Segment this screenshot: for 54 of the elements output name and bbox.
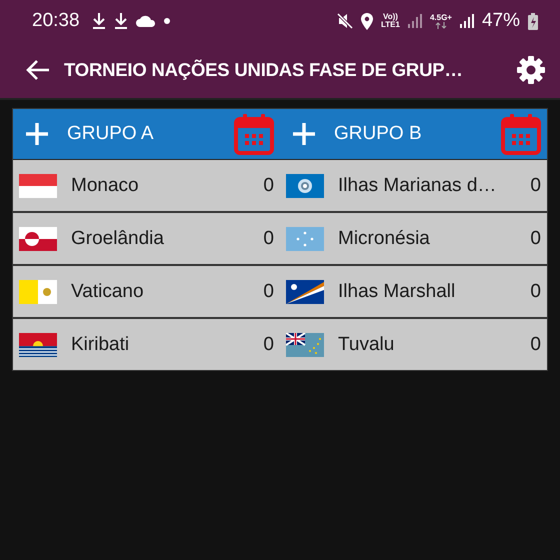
team-name: Vaticano [71, 280, 145, 302]
team-row[interactable]: Ilhas Marshall 0 [280, 266, 547, 319]
team-name: Micronésia [338, 228, 431, 250]
group-title: GRUPO B [334, 123, 423, 145]
app-title: TORNEIO NAÇÕES UNIDAS FASE DE GRUP… [64, 59, 464, 81]
team-points: 0 [529, 228, 541, 250]
add-icon[interactable] [292, 122, 316, 146]
team-row[interactable]: Kiribati 0 [13, 319, 280, 370]
lte-label: LTE1 [380, 21, 400, 29]
volte-label: Vo)) [382, 13, 398, 21]
team-row[interactable]: Monaco 0 [13, 160, 280, 213]
flag-icon [286, 174, 324, 198]
team-points: 0 [529, 280, 541, 302]
group-title: GRUPO A [67, 123, 155, 145]
team-points: 0 [262, 174, 274, 196]
flag-icon [19, 280, 57, 304]
flag-icon [286, 226, 324, 250]
network-label: 4.5G+ [430, 14, 452, 22]
flag-icon [286, 280, 324, 304]
signal-icon [460, 14, 474, 28]
flag-icon [19, 174, 57, 198]
team-name: Kiribati [71, 334, 130, 356]
team-name: Ilhas Marshall [338, 280, 456, 302]
data-arrows-icon [434, 22, 447, 28]
team-row[interactable]: Groelândia 0 [13, 213, 280, 266]
back-arrow-icon[interactable] [26, 59, 50, 81]
team-row[interactable]: Ilhas Marianas d… 0 [280, 160, 547, 213]
team-points: 0 [262, 334, 274, 356]
download-icon [114, 12, 128, 30]
add-icon[interactable] [25, 122, 49, 146]
battery-percent: 47% [482, 10, 520, 32]
team-name: Monaco [71, 174, 140, 196]
download-icon [92, 12, 106, 30]
team-points: 0 [529, 334, 541, 356]
team-points: 0 [262, 228, 274, 250]
team-name: Ilhas Marianas d… [338, 174, 498, 196]
location-icon [360, 12, 373, 30]
cloud-icon [136, 15, 156, 27]
mute-icon [336, 13, 353, 29]
settings-icon[interactable] [516, 55, 546, 85]
flag-icon [286, 332, 324, 356]
team-points: 0 [262, 280, 274, 302]
team-name: Groelândia [71, 228, 165, 250]
signal-icon [408, 14, 422, 28]
team-row[interactable]: Tuvalu 0 [280, 319, 547, 370]
dot-icon [164, 18, 170, 24]
status-time: 20:38 [32, 10, 80, 32]
team-name: Tuvalu [338, 334, 396, 356]
flag-icon [19, 226, 57, 250]
team-points: 0 [529, 174, 541, 196]
battery-icon [528, 12, 538, 30]
team-row[interactable]: Micronésia 0 [280, 213, 547, 266]
team-row[interactable]: Vaticano 0 [13, 266, 280, 319]
flag-icon [19, 332, 57, 356]
